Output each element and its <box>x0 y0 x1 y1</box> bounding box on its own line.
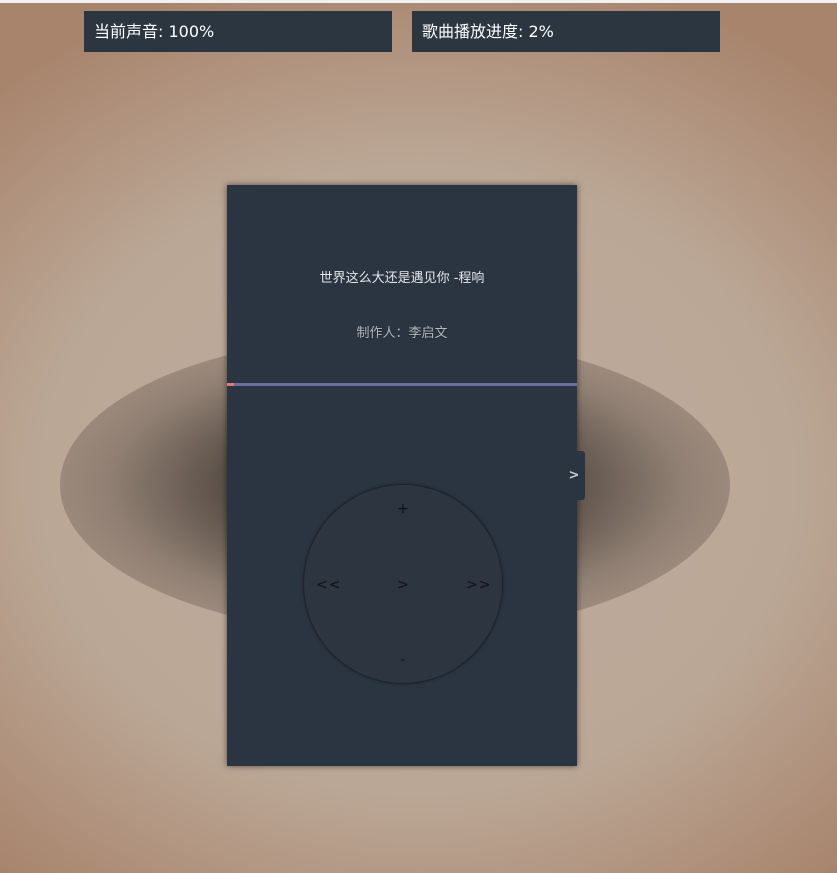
next-track-button[interactable]: >> <box>466 577 490 593</box>
play-button[interactable]: > <box>395 577 411 593</box>
volume-up-button[interactable]: + <box>395 501 411 517</box>
progress-bar-fill <box>227 383 234 386</box>
progress-bar[interactable] <box>227 383 577 386</box>
volume-status: 当前声音: 100% <box>84 11 392 52</box>
side-panel-toggle-button[interactable]: > <box>563 451 585 500</box>
playback-progress-status: 歌曲播放进度: 2% <box>412 11 720 52</box>
top-border <box>0 0 837 3</box>
producer-credit: 制作人：李启文 <box>356 326 448 341</box>
previous-track-button[interactable]: << <box>316 577 340 593</box>
volume-down-button[interactable]: - <box>395 652 411 668</box>
control-wheel: + << > >> - <box>303 484 503 684</box>
song-title: 世界这么大还是遇见你 -程响 <box>319 271 485 286</box>
